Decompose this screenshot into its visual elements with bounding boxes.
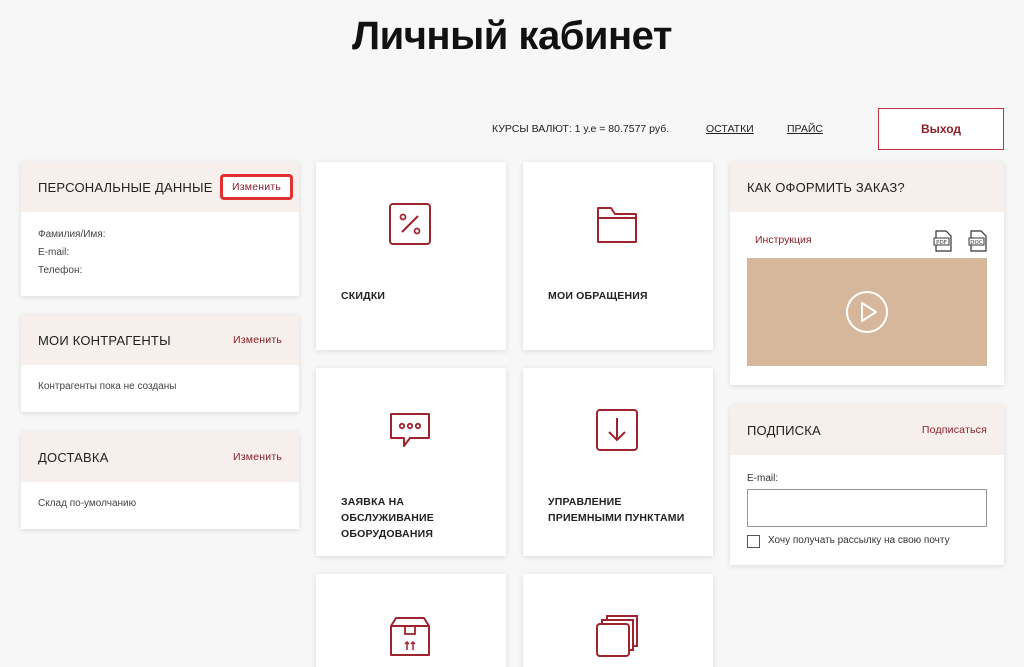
newsletter-checkbox[interactable] [747,535,760,548]
play-icon[interactable] [845,290,889,334]
subscription-email-input[interactable] [747,489,987,527]
name-field-label: Фамилия/Имя: [38,229,106,240]
subscription-title: ПОДПИСКА [747,422,821,438]
tile-stack[interactable] [523,574,713,667]
package-box-icon [390,617,430,656]
stack-icon [596,615,638,657]
personal-data-header: ПЕРСОНАЛЬНЫЕ ДАННЫЕ Изменить [21,162,299,212]
subscribe-link[interactable]: Подписаться [922,424,987,436]
subscription-header: ПОДПИСКА Подписаться [730,405,1004,455]
tile-service-request-label: Заявка на обслуживание оборудования [341,496,435,540]
contractors-body: Контрагенты пока не созданы [21,365,299,406]
order-help-title: КАК ОФОРМИТЬ ЗАКАЗ? [747,179,905,195]
contractors-card: МОИ КОНТРАГЕНТЫ Изменить Контрагенты пок… [21,315,299,412]
tile-pickup-points[interactable]: Управление приемными пунктами [523,368,713,556]
personal-data-body: Фамилия/Имя: E-mail: Телефон: [21,212,299,294]
instruction-link[interactable]: Инструкция [755,234,812,246]
subscription-email-label: E-mail: [747,473,779,484]
folder-icon [597,207,637,243]
tile-service-request[interactable]: Заявка на обслуживание оборудования [316,368,506,556]
newsletter-checkbox-label: Хочу получать рассылку на свою почту [768,535,950,546]
delivery-header: ДОСТАВКА Изменить [21,432,299,482]
delivery-card: ДОСТАВКА Изменить Склад по-умолчанию [21,432,299,529]
personal-data-title: ПЕРСОНАЛЬНЫЕ ДАННЫЕ [38,179,213,195]
personal-data-card: ПЕРСОНАЛЬНЫЕ ДАННЫЕ Изменить Фамилия/Имя… [21,162,299,296]
contractors-header: МОИ КОНТРАГЕНТЫ Изменить [21,315,299,365]
subscription-card: ПОДПИСКА Подписаться E-mail: Хочу получа… [730,405,1004,565]
doc-file-icon[interactable]: DOC [968,230,988,252]
download-box-icon [596,409,638,451]
svg-text:PDF: PDF [936,240,947,246]
delivery-body: Склад по-умолчанию [21,482,299,523]
delivery-default-text: Склад по-умолчанию [38,498,137,509]
tile-pickup-points-label: Управление приемными пунктами [548,496,685,524]
chat-bubble-icon [390,413,430,447]
contractors-edit-link[interactable]: Изменить [233,334,282,346]
order-help-card: КАК ОФОРМИТЬ ЗАКАЗ? Инструкция PDF DOC [730,162,1004,385]
phone-field-label: Телефон: [38,265,83,276]
delivery-edit-link[interactable]: Изменить [233,451,282,463]
contractors-empty-text: Контрагенты пока не созданы [38,381,177,392]
price-link[interactable]: ПРАЙС [787,123,823,135]
delivery-title: ДОСТАВКА [38,449,109,465]
email-field-label: E-mail: [38,247,70,258]
percent-icon [389,203,431,245]
personal-edit-button[interactable]: Изменить [220,174,293,200]
currency-rate: КУРСЫ ВАЛЮТ: 1 у.е = 80.7577 руб. [492,123,670,135]
pdf-file-icon[interactable]: PDF [933,230,953,252]
order-help-header: КАК ОФОРМИТЬ ЗАКАЗ? [730,162,1004,212]
page-title: Личный кабинет [352,14,672,58]
tile-my-requests-label: Мои обращения [548,290,648,302]
tile-discounts[interactable]: Скидки [316,162,506,350]
tile-packages[interactable] [316,574,506,667]
contractors-title: МОИ КОНТРАГЕНТЫ [38,332,171,348]
tile-my-requests[interactable]: Мои обращения [523,162,713,350]
instruction-video[interactable] [747,258,987,366]
tile-discounts-label: Скидки [341,290,386,302]
top-bar: КУРСЫ ВАЛЮТ: 1 у.е = 80.7577 руб. ОСТАТК… [0,108,1024,150]
stock-link[interactable]: ОСТАТКИ [706,123,754,135]
svg-text:DOC: DOC [970,240,983,246]
logout-button[interactable]: Выход [878,108,1004,150]
